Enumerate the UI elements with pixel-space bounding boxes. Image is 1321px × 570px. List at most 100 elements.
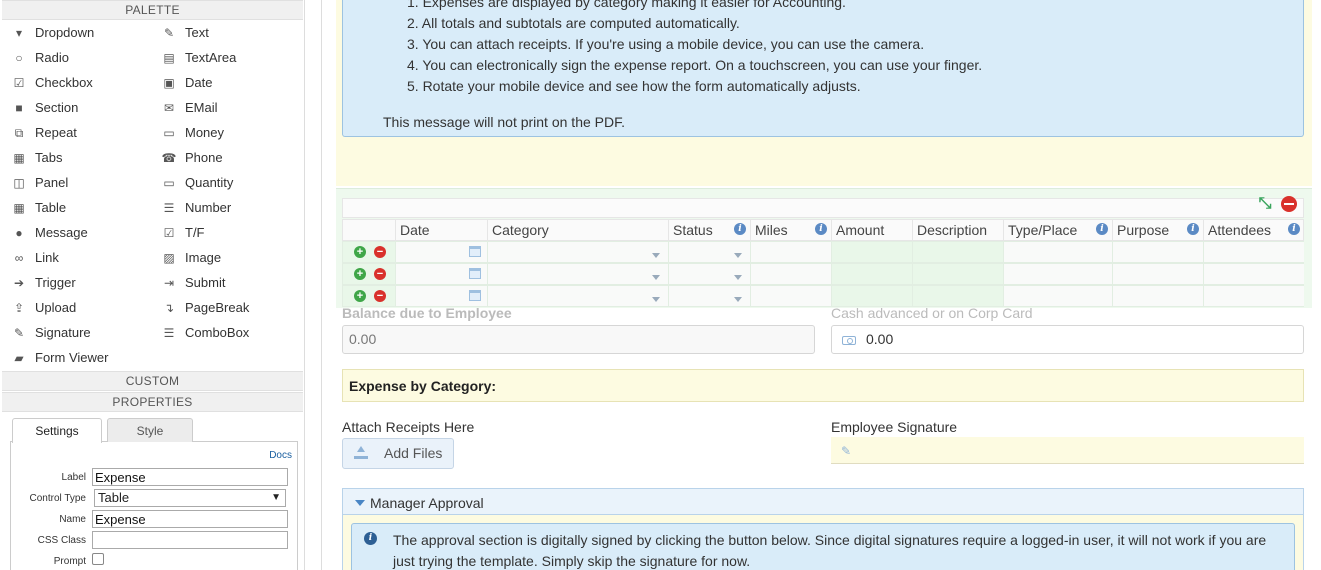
custom-header[interactable]: CUSTOM	[2, 371, 303, 391]
chevron-down-icon[interactable]	[652, 275, 660, 280]
table-cell-status[interactable]	[668, 264, 750, 284]
tab-settings[interactable]: Settings	[12, 418, 102, 443]
table-cell-amount[interactable]	[831, 242, 912, 262]
table-cell-attendees[interactable]	[1203, 264, 1304, 284]
palette-item-form-viewer[interactable]: ▰ Form Viewer	[11, 347, 108, 369]
info-icon: i	[364, 532, 377, 545]
remove-table-icon[interactable]	[1281, 196, 1297, 212]
control-type-select[interactable]: Table ▼	[94, 489, 286, 507]
table-cell-status[interactable]	[668, 286, 750, 306]
table-cell-purpose[interactable]	[1112, 286, 1203, 306]
palette-item-trigger[interactable]: ➔ Trigger	[11, 272, 76, 294]
column-header-label: Miles	[755, 222, 788, 238]
chevron-down-icon[interactable]	[734, 297, 742, 302]
cash-advanced-field[interactable]: 0.00	[831, 325, 1304, 354]
chevron-down-icon[interactable]	[734, 253, 742, 258]
table-cell-type-place[interactable]	[1003, 242, 1112, 262]
palette-item-money[interactable]: ▭ Money	[161, 122, 224, 144]
palette-item-upload[interactable]: ⇪ Upload	[11, 297, 76, 319]
calendar-icon[interactable]	[469, 268, 481, 279]
palette-item-phone[interactable]: ☎ Phone	[161, 147, 223, 169]
palette-item-text[interactable]: ✎ Text	[161, 22, 209, 44]
add-row-icon[interactable]: +	[354, 246, 366, 258]
palette-item-email[interactable]: ✉ EMail	[161, 97, 218, 119]
remove-row-icon[interactable]: −	[374, 290, 386, 302]
table-cell-attendees[interactable]	[1203, 286, 1304, 306]
palette-item-date[interactable]: ▣ Date	[161, 72, 212, 94]
palette-header: PALETTE	[2, 0, 303, 20]
column-header-amount: Amount	[831, 219, 912, 241]
calendar-icon: ▣	[163, 76, 175, 90]
palette-item-pagebreak[interactable]: ↴ PageBreak	[161, 297, 249, 319]
dropdown-icon: ▾	[15, 26, 23, 40]
add-row-icon[interactable]: +	[354, 290, 366, 302]
palette-item-panel[interactable]: ◫ Panel	[11, 172, 68, 194]
remove-row-icon[interactable]: −	[374, 246, 386, 258]
info-icon[interactable]: i	[815, 223, 827, 235]
label-input[interactable]	[92, 468, 288, 486]
table-cell-category[interactable]	[487, 264, 668, 284]
table-cell-attendees[interactable]	[1203, 242, 1304, 262]
table-cell-miles[interactable]	[750, 264, 831, 284]
palette-item-submit[interactable]: ⇥ Submit	[161, 272, 226, 294]
palette-item-table[interactable]: ▦ Table	[11, 197, 66, 219]
chevron-down-icon[interactable]	[652, 297, 660, 302]
collapse-icon[interactable]: ⤡	[1257, 196, 1273, 212]
table-cell-miles[interactable]	[750, 242, 831, 262]
table-cell-miles[interactable]	[750, 286, 831, 306]
palette-item-combobox[interactable]: ☰ ComboBox	[161, 322, 250, 344]
prompt-checkbox[interactable]	[92, 553, 104, 565]
palette-item-tabs[interactable]: ▦ Tabs	[11, 147, 62, 169]
calendar-icon[interactable]	[469, 290, 481, 301]
palette-item-label: Tabs	[35, 150, 63, 165]
tab-style[interactable]: Style	[107, 418, 193, 442]
chevron-down-icon[interactable]	[652, 253, 660, 258]
info-message: 1. Expenses are displayed by category ma…	[342, 0, 1304, 137]
table-cell-description[interactable]	[912, 286, 1003, 306]
table-cell-category[interactable]	[487, 286, 668, 306]
palette-item-dropdown[interactable]: ▾ Dropdown	[11, 22, 94, 44]
palette-item-checkbox[interactable]: ☑ Checkbox	[11, 72, 93, 94]
splitter[interactable]	[305, 0, 322, 570]
add-files-button[interactable]: Add Files	[342, 438, 454, 469]
palette-item-image[interactable]: ▨ Image	[161, 247, 221, 269]
palette-item-link[interactable]: ∞ Link	[11, 247, 59, 269]
css-class-input[interactable]	[92, 531, 288, 549]
palette-item-quantity[interactable]: ▭ Quantity	[161, 172, 233, 194]
trigger-icon: ➔	[13, 276, 25, 290]
book-icon: ▰	[14, 351, 24, 365]
palette-item-label: Text	[185, 25, 209, 40]
table-cell-description[interactable]	[912, 242, 1003, 262]
palette-item-message[interactable]: ● Message	[11, 222, 87, 244]
palette-item-signature[interactable]: ✎ Signature	[11, 322, 91, 344]
palette-item-radio[interactable]: ○ Radio	[11, 47, 69, 69]
css-class-label: CSS Class	[37, 535, 86, 546]
calendar-icon[interactable]	[469, 246, 481, 257]
table-cell-description[interactable]	[912, 264, 1003, 284]
table-cell-type-place[interactable]	[1003, 264, 1112, 284]
info-icon[interactable]: i	[734, 223, 746, 235]
palette-item-textarea[interactable]: ▤ TextArea	[161, 47, 236, 69]
palette-item-number[interactable]: ☰ Number	[161, 197, 232, 219]
info-icon[interactable]: i	[1288, 223, 1300, 235]
docs-link[interactable]: Docs	[269, 450, 292, 461]
palette-item-t-f[interactable]: ☑ T/F	[161, 222, 205, 244]
table-cell-status[interactable]	[668, 242, 750, 262]
palette-item-label: PageBreak	[185, 300, 250, 315]
table-cell-category[interactable]	[487, 242, 668, 262]
chevron-down-icon[interactable]	[734, 275, 742, 280]
signature-pad[interactable]: ✎	[831, 437, 1304, 464]
add-row-icon[interactable]: +	[354, 268, 366, 280]
table-cell-type-place[interactable]	[1003, 286, 1112, 306]
manager-approval-header[interactable]: Manager Approval	[342, 488, 1304, 515]
table-cell-purpose[interactable]	[1112, 242, 1203, 262]
info-icon[interactable]: i	[1187, 223, 1199, 235]
name-input[interactable]	[92, 510, 288, 528]
table-cell-amount[interactable]	[831, 286, 912, 306]
palette-item-section[interactable]: ■ Section	[11, 97, 78, 119]
remove-row-icon[interactable]: −	[374, 268, 386, 280]
info-icon[interactable]: i	[1096, 223, 1108, 235]
table-cell-purpose[interactable]	[1112, 264, 1203, 284]
table-cell-amount[interactable]	[831, 264, 912, 284]
palette-item-repeat[interactable]: ⧉ Repeat	[11, 122, 77, 144]
